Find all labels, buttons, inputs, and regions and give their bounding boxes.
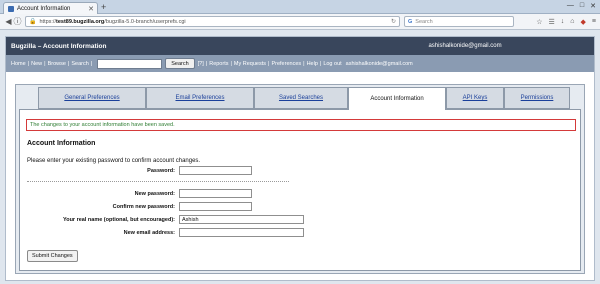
intro-text: Please enter your existing password to c… bbox=[27, 158, 201, 164]
nav-help[interactable]: Help bbox=[307, 61, 318, 67]
nav-log-out[interactable]: Log out bbox=[323, 61, 341, 67]
new-password-field[interactable] bbox=[179, 189, 252, 198]
browser-search-bar[interactable]: G Search bbox=[404, 16, 514, 27]
download-icon[interactable]: ↓ bbox=[561, 18, 565, 26]
new-password-label: New password: bbox=[134, 190, 175, 197]
nav-separator: | bbox=[230, 60, 232, 67]
nav-separator: | bbox=[268, 60, 270, 67]
new-email-label: New email address: bbox=[123, 229, 175, 236]
favicon-icon bbox=[8, 5, 14, 12]
divider bbox=[27, 181, 289, 182]
real-name-row: Your real name (optional, but encouraged… bbox=[24, 215, 304, 224]
bugzilla-nav: Home | New | Browse | Search | Search [?… bbox=[6, 55, 594, 72]
confirm-password-row: Confirm new password: bbox=[24, 202, 252, 211]
tab-account-information[interactable]: Account Information bbox=[348, 87, 446, 110]
nav-search[interactable]: Search bbox=[71, 61, 88, 67]
nav-preferences[interactable]: Preferences bbox=[271, 61, 301, 67]
new-password-row: New password: bbox=[24, 189, 252, 198]
nav-separator: | bbox=[205, 60, 208, 67]
nav-new[interactable]: New bbox=[31, 61, 42, 67]
nav-reports[interactable]: Reports bbox=[209, 61, 228, 67]
password-field[interactable] bbox=[179, 166, 252, 175]
tab-api-keys[interactable]: API Keys bbox=[446, 87, 504, 109]
search-engine-icon: G bbox=[408, 18, 413, 25]
nav-separator: | bbox=[303, 60, 305, 67]
bookmark-star-icon[interactable]: ☆ bbox=[536, 18, 542, 26]
preferences-panel: General Preferences Email Preferences Sa… bbox=[15, 84, 585, 274]
home-icon[interactable]: ⌂ bbox=[570, 18, 574, 26]
reload-icon[interactable]: ↻ bbox=[391, 18, 396, 25]
new-email-row: New email address: bbox=[24, 228, 304, 237]
tab-permissions[interactable]: Permissions bbox=[504, 87, 570, 109]
real-name-label: Your real name (optional, but encouraged… bbox=[62, 216, 175, 223]
lock-icon: 🔒 bbox=[29, 19, 37, 25]
menu-icon[interactable]: ≡ bbox=[592, 18, 596, 26]
minimize-icon[interactable]: — bbox=[567, 2, 574, 10]
browser-toolbar: ◀ ⓘ 🔒 https:// test89.bugzilla.org /bugz… bbox=[0, 14, 600, 30]
nav-separator: | bbox=[90, 60, 93, 67]
submit-changes-button[interactable]: Submit Changes bbox=[27, 250, 78, 262]
success-message: The changes to your account information … bbox=[26, 119, 576, 131]
quick-search-help[interactable]: [?] bbox=[198, 61, 204, 67]
nav-my-requests[interactable]: My Requests bbox=[234, 61, 266, 67]
nav-browse[interactable]: Browse bbox=[48, 61, 66, 67]
tab-saved-searches[interactable]: Saved Searches bbox=[254, 87, 348, 109]
header-user-email: ashishalkonide@gmail.com bbox=[428, 43, 502, 49]
tab-general-preferences[interactable]: General Preferences bbox=[38, 87, 146, 109]
section-title: Account Information bbox=[27, 140, 96, 147]
browser-tab-title: Account Information bbox=[17, 5, 71, 12]
quick-search-input[interactable] bbox=[97, 58, 163, 69]
nav-separator: | bbox=[319, 60, 322, 67]
window-controls: — □ ✕ bbox=[567, 2, 596, 10]
url-path: /bugzilla-5.0-branch/userprefs.cgi bbox=[104, 18, 186, 25]
url-host: test89.bugzilla.org bbox=[56, 18, 105, 25]
bugzilla-header: Bugzilla – Account Information ashishalk… bbox=[6, 37, 594, 55]
confirm-password-label: Confirm new password: bbox=[112, 203, 175, 210]
new-email-field[interactable] bbox=[179, 228, 304, 237]
toolbar-icons: ☆ ☰ ↓ ⌂ ◆ ≡ bbox=[536, 18, 596, 26]
nav-separator: | bbox=[44, 60, 46, 67]
nav-separator: | bbox=[27, 60, 30, 67]
tab-content: The changes to your account information … bbox=[19, 109, 581, 271]
password-row: Password: bbox=[24, 166, 252, 175]
browser-tab-strip: Account Information ✕ + — □ ✕ bbox=[0, 0, 600, 14]
tab-email-preferences[interactable]: Email Preferences bbox=[146, 87, 254, 109]
page-title: Bugzilla – Account Information bbox=[11, 42, 107, 50]
confirm-password-field[interactable] bbox=[179, 202, 252, 211]
quick-search-button[interactable]: Search bbox=[165, 58, 195, 69]
back-icon[interactable]: ◀ bbox=[4, 17, 13, 26]
close-window-icon[interactable]: ✕ bbox=[590, 2, 596, 10]
nav-separator: | bbox=[67, 60, 70, 67]
new-tab-icon[interactable]: + bbox=[101, 3, 106, 12]
close-tab-icon[interactable]: ✕ bbox=[88, 5, 94, 13]
info-icon[interactable]: ⓘ bbox=[13, 16, 22, 27]
real-name-field[interactable] bbox=[179, 215, 304, 224]
web-page: Bugzilla – Account Information ashishalk… bbox=[5, 36, 595, 281]
address-bar[interactable]: 🔒 https:// test89.bugzilla.org /bugzilla… bbox=[25, 16, 400, 27]
shield-icon[interactable]: ◆ bbox=[581, 18, 586, 26]
browser-tab[interactable]: Account Information ✕ bbox=[3, 2, 98, 14]
maximize-icon[interactable]: □ bbox=[580, 2, 584, 10]
nav-home[interactable]: Home bbox=[11, 61, 26, 67]
password-label: Password: bbox=[147, 167, 175, 174]
reading-list-icon[interactable]: ☰ bbox=[549, 18, 555, 26]
nav-user-email: ashishalkonide@gmail.com bbox=[345, 60, 413, 67]
browser-search-placeholder: Search bbox=[415, 18, 433, 25]
url-prefix: https:// bbox=[39, 18, 56, 25]
